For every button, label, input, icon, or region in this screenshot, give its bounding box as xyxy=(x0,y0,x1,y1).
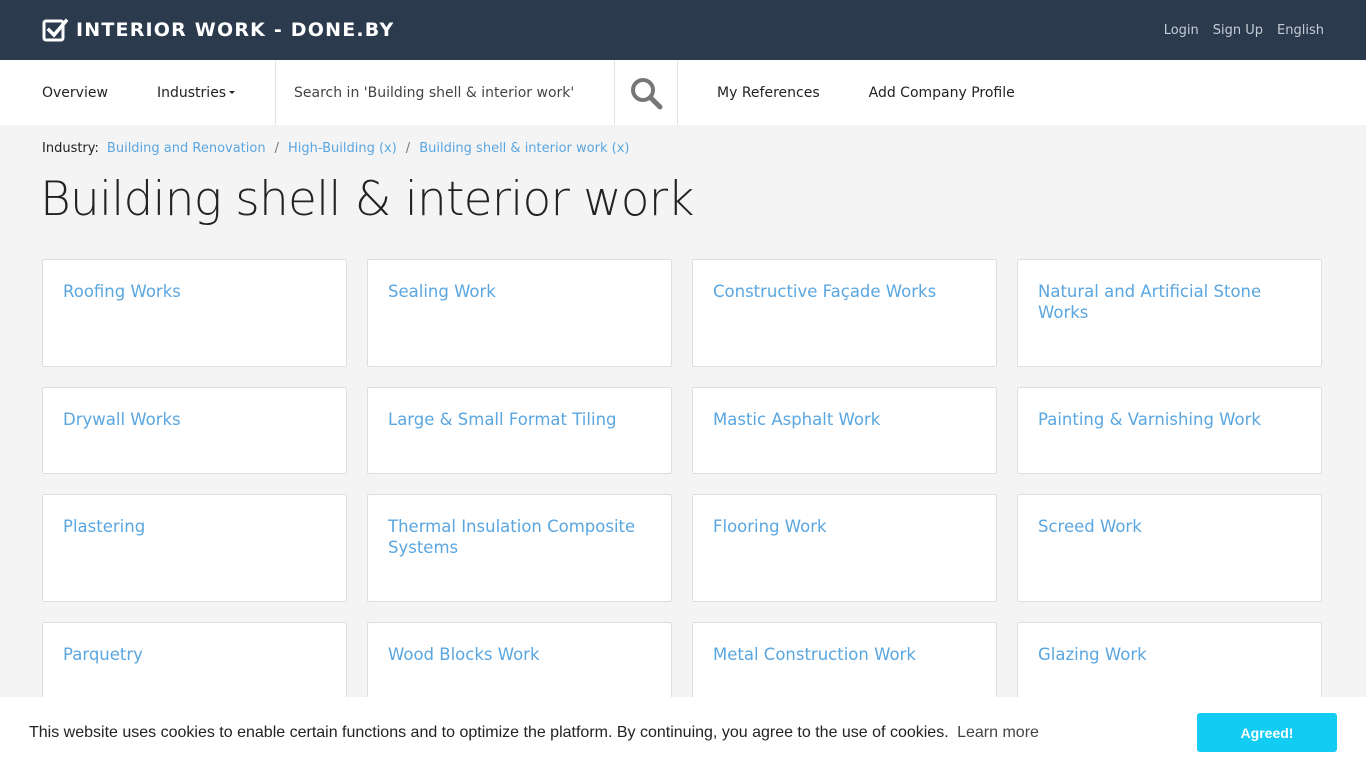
top-bar: INTERIOR WORK - DONE.BY Login Sign Up En… xyxy=(0,0,1366,60)
add-company-profile-link[interactable]: Add Company Profile xyxy=(869,85,1015,101)
search-icon xyxy=(631,77,663,109)
category-card-sealing-work[interactable]: Sealing Work xyxy=(367,259,672,367)
cookie-message: This website uses cookies to enable cert… xyxy=(29,724,1039,742)
nav-industries-label: Industries xyxy=(157,84,227,101)
breadcrumb-separator: / xyxy=(274,141,279,156)
breadcrumb-item-building-shell[interactable]: Building shell & interior work (x) xyxy=(419,141,629,156)
nav-industries-dropdown[interactable]: Industries xyxy=(157,60,275,125)
breadcrumb-label: Industry: xyxy=(42,141,99,156)
search-input[interactable] xyxy=(294,84,614,101)
nav-overview[interactable]: Overview xyxy=(42,60,157,125)
category-card-painting-varnishing-work[interactable]: Painting & Varnishing Work xyxy=(1017,387,1322,474)
breadcrumb: Industry: Building and Renovation / High… xyxy=(42,141,629,156)
category-card-drywall-works[interactable]: Drywall Works xyxy=(42,387,347,474)
search-button[interactable] xyxy=(615,60,678,125)
breadcrumb-item-building-renovation[interactable]: Building and Renovation xyxy=(107,141,266,156)
my-references-link[interactable]: My References xyxy=(717,85,820,101)
page-title: Building shell & interior work xyxy=(40,172,694,227)
main-nav: Overview Industries My References Add Co… xyxy=(0,60,1366,125)
language-link[interactable]: English xyxy=(1277,23,1324,38)
category-card-constructive-facade-works[interactable]: Constructive Façade Works xyxy=(692,259,997,367)
logo-text: INTERIOR WORK - DONE.BY xyxy=(76,19,395,41)
login-link[interactable]: Login xyxy=(1164,23,1199,38)
category-card-plastering[interactable]: Plastering xyxy=(42,494,347,602)
caret-down-icon xyxy=(229,91,236,94)
breadcrumb-separator: / xyxy=(405,141,411,156)
category-grid: Roofing Works Sealing Work Constructive … xyxy=(42,259,1324,750)
logo[interactable]: INTERIOR WORK - DONE.BY xyxy=(42,17,394,43)
breadcrumb-item-high-building[interactable]: High-Building (x) xyxy=(288,141,397,156)
category-card-flooring-work[interactable]: Flooring Work xyxy=(692,494,997,602)
category-card-screed-work[interactable]: Screed Work xyxy=(1017,494,1322,602)
category-card-mastic-asphalt-work[interactable]: Mastic Asphalt Work xyxy=(692,387,997,474)
sign-up-link[interactable]: Sign Up xyxy=(1213,23,1263,38)
nav-right: My References Add Company Profile xyxy=(678,60,1015,125)
category-card-tiling[interactable]: Large & Small Format Tiling xyxy=(367,387,672,474)
category-card-natural-artificial-stone-works[interactable]: Natural and Artificial Stone Works xyxy=(1017,259,1322,367)
category-card-roofing-works[interactable]: Roofing Works xyxy=(42,259,347,367)
search-box xyxy=(275,60,615,125)
learn-more-link[interactable]: Learn more xyxy=(957,724,1039,741)
agree-button[interactable]: Agreed! xyxy=(1197,713,1337,752)
checkbox-check-icon xyxy=(42,18,68,42)
cookie-text: This website uses cookies to enable cert… xyxy=(29,723,949,741)
cookie-banner: This website uses cookies to enable cert… xyxy=(0,697,1366,768)
top-links: Login Sign Up English xyxy=(1164,23,1324,38)
category-card-thermal-insulation[interactable]: Thermal Insulation Composite Systems xyxy=(367,494,672,602)
